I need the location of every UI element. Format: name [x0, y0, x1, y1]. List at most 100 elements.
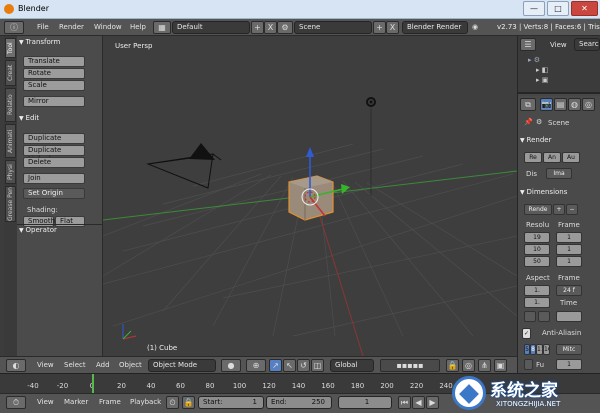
tab-grease-pencil[interactable]: Grease Pen [5, 186, 16, 222]
duplicate-button[interactable]: Duplicate [23, 133, 85, 144]
duplicate-linked-button[interactable]: Duplicate Linked [23, 145, 85, 163]
lock-range-icon[interactable]: 🔒 [182, 396, 195, 409]
crop-checkbox[interactable] [538, 311, 550, 322]
resolution-y-field[interactable]: 10 [524, 244, 550, 255]
render-preview-icon[interactable]: ▣ [494, 359, 507, 372]
remove-scene-button[interactable]: X [386, 21, 399, 34]
menu-add[interactable]: Add [96, 361, 110, 369]
mirror-button[interactable]: Mirror [23, 96, 85, 107]
jump-start-icon[interactable]: ⏮ [398, 396, 411, 409]
render-image-button[interactable]: Re [524, 152, 542, 163]
scene-tab-icon[interactable]: ◍ [568, 98, 581, 111]
remove-preset-button[interactable]: − [566, 204, 578, 215]
mode-select[interactable]: Object Mode [148, 359, 216, 372]
add-preset-button[interactable]: + [553, 204, 565, 215]
layout-icon[interactable]: ▦ [153, 21, 171, 34]
menu-file[interactable]: File [37, 23, 49, 31]
tab-physics[interactable]: Physi [5, 160, 16, 184]
transform-orientation-select[interactable]: Global [330, 359, 374, 372]
current-frame-marker[interactable] [92, 374, 94, 394]
editor-type-3d-icon[interactable]: ◐ [6, 359, 26, 372]
scene-select[interactable]: Scene [294, 21, 372, 34]
tab-create[interactable]: Creat [5, 60, 16, 86]
outliner-search-input[interactable]: Searc [574, 38, 600, 51]
menu-object[interactable]: Object [119, 361, 142, 369]
menu-frame[interactable]: Frame [99, 398, 121, 406]
play-reverse-icon[interactable]: ◀ [412, 396, 425, 409]
tab-relations[interactable]: Relatio [5, 88, 16, 122]
lamp-object[interactable] [366, 97, 376, 196]
rotate-manipulator-icon[interactable]: ↺ [297, 359, 310, 372]
minimize-button[interactable]: — [523, 1, 545, 16]
menu-help[interactable]: Help [130, 23, 146, 31]
translate-button[interactable]: Translate [23, 56, 85, 67]
frame-step-field[interactable]: 1 [556, 256, 582, 267]
menu-playback[interactable]: Playback [130, 398, 161, 406]
resolution-x-field[interactable]: 19 [524, 232, 550, 243]
rotate-button[interactable]: Rotate [23, 68, 85, 79]
border-checkbox[interactable] [524, 311, 536, 322]
translate-manipulator-icon[interactable]: ↖ [283, 359, 296, 372]
menu-select[interactable]: Select [64, 361, 86, 369]
pin-icon[interactable]: 📌 [524, 118, 533, 126]
menu-view[interactable]: View [37, 361, 54, 369]
tab-animation[interactable]: Animati [5, 124, 16, 158]
render-engine-select[interactable]: Blender Render [402, 21, 468, 34]
frame-end-field[interactable]: 1 [556, 244, 582, 255]
pivot-point-icon[interactable]: ⊕ [246, 359, 266, 372]
resolution-percent-field[interactable]: 50 [524, 256, 550, 267]
render-tab-icon[interactable]: 📷 [540, 98, 553, 111]
menu-timeline-view[interactable]: View [37, 398, 54, 406]
aspect-y-field[interactable]: 1. [524, 297, 550, 308]
scale-button[interactable]: Scale [23, 80, 85, 91]
menu-marker[interactable]: Marker [64, 398, 88, 406]
outliner-row-cube[interactable]: ▸ ▣ [536, 76, 548, 84]
layers-tab-icon[interactable]: ▤ [554, 98, 567, 111]
manipulator-toggle-icon[interactable]: ↗ [269, 359, 282, 372]
transform-panel-header[interactable]: Transform [19, 38, 61, 50]
scale-manipulator-icon[interactable]: ◫ [311, 359, 324, 372]
dimensions-panel-header[interactable]: Dimensions [520, 188, 568, 200]
full-sample-checkbox[interactable] [524, 359, 533, 370]
close-button[interactable]: ✕ [571, 1, 598, 16]
editor-type-icon[interactable]: ⓘ [4, 21, 24, 34]
menu-window[interactable]: Window [94, 23, 122, 31]
render-panel-header[interactable]: Render [520, 136, 552, 148]
play-icon[interactable]: ▶ [426, 396, 439, 409]
delete-button[interactable]: Delete [23, 157, 85, 168]
aa-filter-select[interactable]: Mitc [556, 344, 582, 355]
layout-select[interactable]: Default [172, 21, 250, 34]
aspect-x-field[interactable]: 1. [524, 285, 550, 296]
set-origin-dropdown[interactable]: Set Origin [23, 188, 85, 199]
outliner-view-menu[interactable]: View [550, 41, 567, 49]
add-scene-button[interactable]: + [373, 21, 386, 34]
render-audio-button[interactable]: Au [562, 152, 580, 163]
join-button[interactable]: Join [23, 173, 85, 184]
snap-icon[interactable]: ⋔ [478, 359, 491, 372]
preview-range-icon[interactable]: ⏲ [166, 396, 179, 409]
shading-mode-icon[interactable]: ● [221, 359, 241, 372]
remove-layout-button[interactable]: X [264, 21, 277, 34]
layers-grid[interactable]: ▪▪▪▪▪ [380, 359, 440, 372]
editor-type-timeline-icon[interactable]: ⏱ [6, 396, 26, 409]
menu-render[interactable]: Render [59, 23, 84, 31]
outliner-editor-icon[interactable]: ☰ [520, 38, 536, 51]
proportional-edit-icon[interactable]: ◎ [462, 359, 475, 372]
frame-rate-select[interactable]: 24 f [556, 285, 582, 296]
current-frame-field[interactable]: 1 [338, 396, 392, 409]
maximize-button[interactable]: □ [547, 1, 569, 16]
scene-icon[interactable]: ⚙ [277, 21, 293, 34]
outliner-row-camera[interactable]: ▸ ◧ [536, 66, 548, 74]
aa-samples-16[interactable]: 16 [543, 344, 550, 355]
edit-panel-header[interactable]: Edit [19, 114, 40, 126]
tab-tool[interactable]: Tool [5, 38, 16, 58]
shade-flat-button[interactable]: Flat [55, 216, 85, 227]
add-layout-button[interactable]: + [251, 21, 264, 34]
aa-samples-11[interactable]: 11 [536, 344, 543, 355]
start-frame-field[interactable]: Start: 1 [198, 396, 264, 409]
render-animation-button[interactable]: An [543, 152, 561, 163]
display-select[interactable]: Ima [546, 168, 572, 179]
frame-start-field[interactable]: 1 [556, 232, 582, 243]
end-frame-field[interactable]: End: 250 [266, 396, 332, 409]
render-preset-select[interactable]: Rende [524, 204, 552, 215]
